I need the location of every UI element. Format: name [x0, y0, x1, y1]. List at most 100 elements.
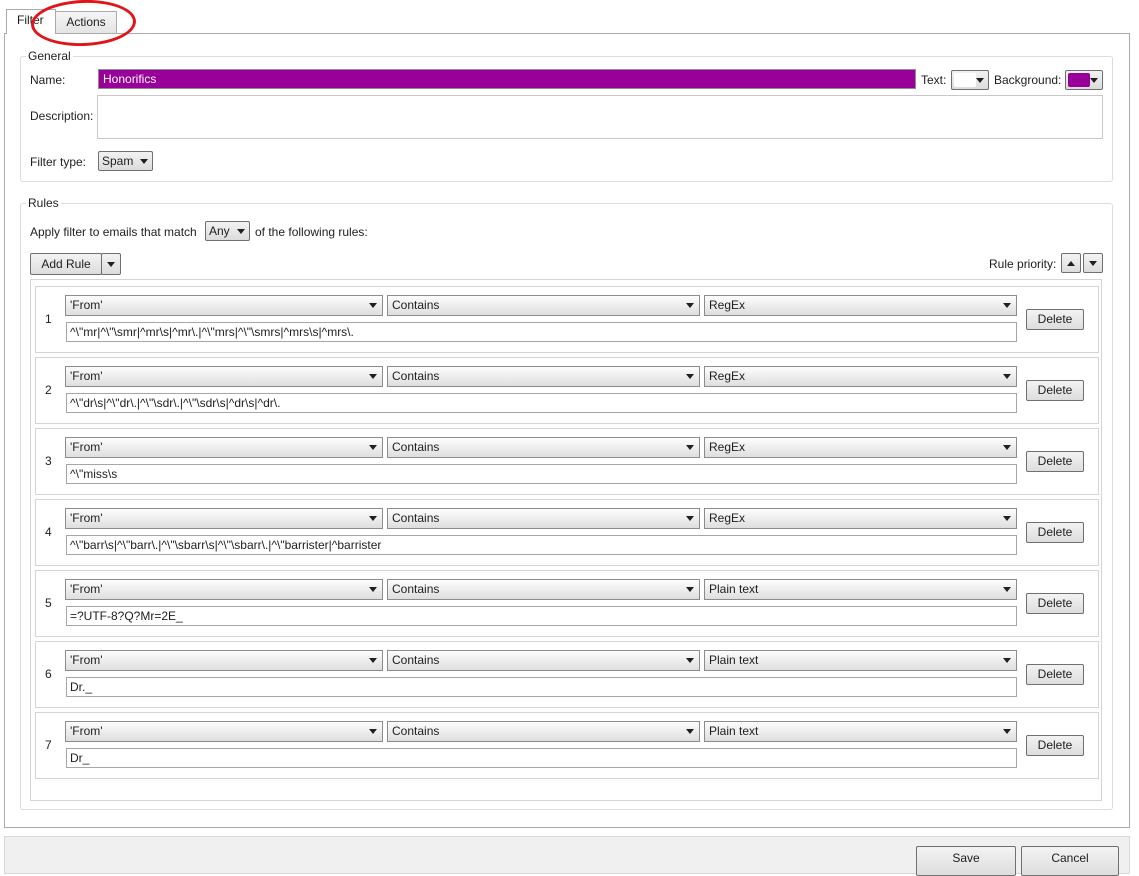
rule-operator-select[interactable]: Contains — [387, 579, 700, 600]
chevron-down-icon — [976, 78, 984, 83]
rule-number: 2 — [45, 383, 52, 397]
rule-field-select[interactable]: 'From' — [65, 721, 383, 742]
chevron-down-icon — [369, 374, 377, 379]
rule-mode-select[interactable]: RegEx — [704, 295, 1017, 316]
rule-field-value: 'From' — [70, 653, 103, 667]
rule-operator-select[interactable]: Contains — [387, 650, 700, 671]
rule-value-field[interactable]: =?UTF-8?Q?Mr=2E_ — [66, 606, 1017, 626]
chevron-down-icon — [1003, 516, 1011, 521]
add-rule-dropdown-button[interactable] — [101, 253, 121, 275]
tab-filter[interactable]: Filter — [6, 9, 56, 34]
rule-operator-select[interactable]: Contains — [387, 721, 700, 742]
rule-number: 7 — [45, 738, 52, 752]
rule-number: 3 — [45, 454, 52, 468]
background-color-label: Background: — [994, 73, 1062, 87]
rules-list: 1 'From' Contains RegEx ^\"mr|^\"\smr|^mr\s|… — [30, 279, 1102, 801]
tab-filter-label: Filter — [17, 13, 44, 27]
filter-type-label: Filter type: — [30, 155, 87, 169]
tab-strip: Filter Actions — [0, 0, 1139, 34]
rule-field-select[interactable]: 'From' — [65, 508, 383, 529]
add-rule-label: Add Rule — [41, 257, 91, 271]
rule-row: 4 'From' Contains RegEx ^\"barr\s|^\"barr\.|… — [35, 499, 1099, 566]
background-color-swatch — [1068, 73, 1090, 87]
rule-value-field[interactable]: ^\"mr|^\"\smr|^mr\s|^mr\.|^\"mrs|^\"\smr… — [66, 322, 1017, 342]
rule-operator-select[interactable]: Contains — [387, 366, 700, 387]
rule-value-field[interactable]: ^\"miss\s — [66, 464, 1017, 484]
chevron-down-icon — [1090, 78, 1098, 83]
text-color-picker[interactable] — [951, 70, 989, 90]
add-rule-button[interactable]: Add Rule — [30, 253, 102, 275]
rule-operator-value: Contains — [392, 440, 440, 454]
filter-type-value: Spam — [102, 154, 134, 168]
chevron-down-icon — [686, 729, 694, 734]
rule-mode-select[interactable]: RegEx — [704, 437, 1017, 458]
rule-value-field[interactable]: ^\"dr\s|^\"dr\.|^\"\sdr\.|^\"\sdr\s|^dr\… — [66, 393, 1017, 413]
rule-row: 7 'From' Contains Plain text Dr_ Delete — [35, 712, 1099, 779]
rule-mode-select[interactable]: Plain text — [704, 721, 1017, 742]
general-legend: General — [28, 49, 71, 63]
rule-field-select[interactable]: 'From' — [65, 579, 383, 600]
rule-row: 3 'From' Contains RegEx ^\"miss\s Delete — [35, 428, 1099, 495]
rule-mode-select[interactable]: Plain text — [704, 579, 1017, 600]
rule-field-value: 'From' — [70, 582, 103, 596]
description-field[interactable] — [97, 95, 1103, 139]
chevron-down-icon — [369, 729, 377, 734]
chevron-down-icon — [686, 516, 694, 521]
name-field[interactable]: Honorifics — [98, 69, 916, 89]
priority-up-button[interactable] — [1061, 253, 1081, 273]
chevron-down-icon — [1003, 658, 1011, 663]
chevron-down-icon — [107, 262, 115, 267]
rule-field-select[interactable]: 'From' — [65, 366, 383, 387]
rule-field-value: 'From' — [70, 511, 103, 525]
rule-number: 1 — [45, 312, 52, 326]
rule-field-value: 'From' — [70, 369, 103, 383]
priority-down-button[interactable] — [1083, 253, 1103, 273]
cancel-button[interactable]: Cancel — [1021, 846, 1119, 876]
match-mode-value: Any — [209, 224, 230, 238]
delete-rule-button[interactable]: Delete — [1026, 309, 1084, 330]
rule-operator-value: Contains — [392, 369, 440, 383]
filter-type-select[interactable]: Spam — [98, 151, 153, 171]
rule-mode-select[interactable]: Plain text — [704, 650, 1017, 671]
rule-number: 5 — [45, 596, 52, 610]
rule-mode-select[interactable]: RegEx — [704, 366, 1017, 387]
rule-operator-value: Contains — [392, 653, 440, 667]
delete-rule-button[interactable]: Delete — [1026, 380, 1084, 401]
delete-rule-button[interactable]: Delete — [1026, 735, 1084, 756]
delete-rule-label: Delete — [1037, 738, 1073, 752]
rule-mode-value: Plain text — [709, 653, 759, 667]
save-button[interactable]: Save — [916, 846, 1016, 876]
rule-mode-value: Plain text — [709, 582, 759, 596]
rule-field-select[interactable]: 'From' — [65, 437, 383, 458]
rule-value-field[interactable]: Dr_ — [66, 748, 1017, 768]
text-color-swatch — [954, 73, 976, 87]
rule-operator-select[interactable]: Contains — [387, 508, 700, 529]
rule-value-field[interactable]: ^\"barr\s|^\"barr\.|^\"\sbarr\s|^\"\sbar… — [66, 535, 1017, 555]
rule-field-select[interactable]: 'From' — [65, 295, 383, 316]
rule-value-field[interactable]: Dr._ — [66, 677, 1017, 697]
rule-row: 6 'From' Contains Plain text Dr._ Delete — [35, 641, 1099, 708]
rule-operator-value: Contains — [392, 582, 440, 596]
rule-mode-select[interactable]: RegEx — [704, 508, 1017, 529]
rule-mode-value: RegEx — [709, 298, 746, 312]
delete-rule-button[interactable]: Delete — [1026, 451, 1084, 472]
delete-rule-button[interactable]: Delete — [1026, 664, 1084, 685]
delete-rule-button[interactable]: Delete — [1026, 522, 1084, 543]
rule-operator-select[interactable]: Contains — [387, 437, 700, 458]
delete-rule-label: Delete — [1037, 454, 1073, 468]
save-label: Save — [952, 851, 980, 865]
delete-rule-button[interactable]: Delete — [1026, 593, 1084, 614]
rule-operator-select[interactable]: Contains — [387, 295, 700, 316]
chevron-down-icon — [369, 445, 377, 450]
delete-rule-label: Delete — [1037, 667, 1073, 681]
rule-operator-value: Contains — [392, 724, 440, 738]
apply-filter-suffix: of the following rules: — [255, 225, 368, 239]
background-color-picker[interactable] — [1065, 70, 1103, 90]
chevron-down-icon — [686, 445, 694, 450]
chevron-down-icon — [686, 658, 694, 663]
rule-mode-value: RegEx — [709, 369, 746, 383]
rule-field-select[interactable]: 'From' — [65, 650, 383, 671]
tab-actions[interactable]: Actions — [55, 11, 117, 33]
match-mode-select[interactable]: Any — [205, 221, 250, 241]
chevron-down-icon — [369, 658, 377, 663]
